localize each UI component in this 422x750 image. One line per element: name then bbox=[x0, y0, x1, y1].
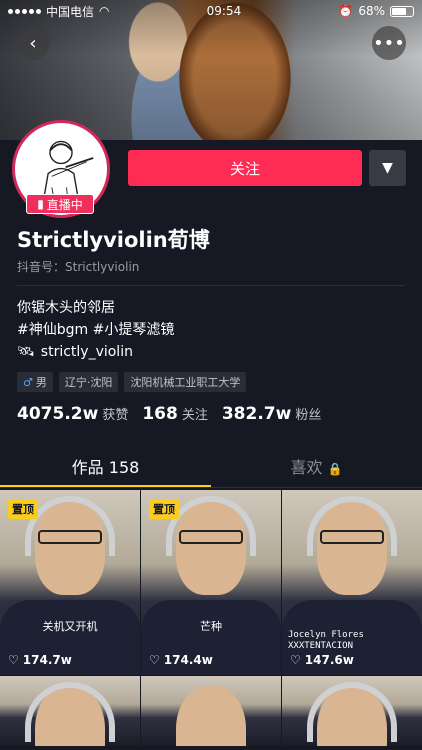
video-caption: 芒种 bbox=[200, 620, 222, 633]
back-button[interactable]: ‹ bbox=[16, 26, 50, 60]
recommend-dropdown-button[interactable]: ▼ bbox=[369, 150, 406, 186]
wifi-icon: ◠ bbox=[99, 4, 110, 18]
live-badge-label: 直播中 bbox=[46, 197, 83, 212]
pinned-badge: 置顶 bbox=[8, 499, 38, 519]
video-thumbnail[interactable]: Jocelyn Flores XXXTENTACION ♡ 147.6w bbox=[282, 490, 422, 675]
profile-tags: ♂ 男 辽宁·沈阳 沈阳机械工业职工大学 bbox=[17, 372, 247, 392]
gender-tag-label: 男 bbox=[35, 376, 47, 389]
carrier-label: 中国电信 bbox=[46, 4, 95, 19]
heart-icon: ♡ bbox=[290, 653, 301, 667]
stat-following-value: 168 bbox=[142, 404, 178, 424]
video-caption: 关机又开机 bbox=[42, 620, 98, 633]
status-time: 09:54 bbox=[206, 4, 242, 18]
stat-following[interactable]: 168 关注 bbox=[142, 404, 208, 424]
stat-likes-value: 4075.2w bbox=[17, 404, 99, 424]
headphones bbox=[166, 496, 256, 556]
stat-likes-label: 获赞 bbox=[102, 408, 129, 423]
video-likes: ♡ 174.7w bbox=[8, 653, 72, 667]
tab-works[interactable]: 作品 158 bbox=[0, 450, 211, 487]
video-likes-count: 174.4w bbox=[163, 653, 213, 667]
heart-icon: ♡ bbox=[149, 653, 160, 667]
stat-following-label: 关注 bbox=[181, 408, 208, 423]
chevron-down-icon: ▼ bbox=[382, 160, 393, 176]
headphones bbox=[307, 496, 397, 556]
video-thumbnail[interactable]: 置顶 芒种 ♡ 174.4w bbox=[141, 490, 281, 675]
profile-tabs: 作品 158 喜欢 🔒 bbox=[0, 450, 422, 488]
battery-percent: 68% bbox=[358, 4, 385, 18]
video-likes-count: 174.7w bbox=[22, 653, 72, 667]
live-bars-icon: ▮ bbox=[37, 197, 44, 211]
location-tag-label: 辽宁·沈阳 bbox=[64, 376, 113, 389]
video-thumbnail[interactable] bbox=[282, 676, 422, 746]
video-likes: ♡ 174.4w bbox=[149, 653, 213, 667]
more-options-button[interactable]: ••• bbox=[372, 26, 406, 60]
alarm-icon: ⏰ bbox=[338, 4, 354, 18]
headphones bbox=[307, 682, 397, 742]
stat-followers[interactable]: 382.7w 粉丝 bbox=[222, 404, 322, 424]
video-likes-count: 147.6w bbox=[304, 653, 354, 667]
location-tag: 辽宁·沈阳 bbox=[58, 372, 119, 392]
profile-stats: 4075.2w 获赞 168 关注 382.7w 粉丝 bbox=[17, 404, 321, 424]
tab-works-label: 作品 158 bbox=[71, 458, 140, 477]
school-tag-label: 沈阳机械工业职工大学 bbox=[130, 376, 241, 389]
follow-button[interactable]: 关注 bbox=[128, 150, 362, 186]
video-thumbnail[interactable] bbox=[0, 676, 140, 746]
video-grid: 置顶 关机又开机 ♡ 174.7w 置顶 芒种 ♡ 174.4w Jocelyn F… bbox=[0, 490, 422, 746]
video-likes: ♡ 147.6w bbox=[290, 653, 354, 667]
video-thumbnail[interactable] bbox=[141, 676, 281, 746]
gender-tag: ♂ 男 bbox=[17, 372, 53, 392]
follow-button-label: 关注 bbox=[229, 159, 260, 178]
profile-bio: 你锯木头的邻居 #神仙bgm #小提琴滤镜 🛰 strictly_violin bbox=[17, 297, 174, 363]
bio-line: 你锯木头的邻居 bbox=[17, 300, 115, 316]
person-icon: ♂ bbox=[23, 375, 33, 389]
external-link-text: strictly_violin bbox=[40, 344, 133, 360]
chevron-left-icon: ‹ bbox=[29, 32, 37, 54]
headphones bbox=[25, 682, 115, 742]
satellite-icon: 🛰 bbox=[17, 344, 35, 360]
bio-hashtags[interactable]: #神仙bgm #小提琴滤镜 bbox=[17, 319, 174, 341]
tab-likes[interactable]: 喜欢 🔒 bbox=[211, 450, 422, 487]
live-badge[interactable]: ▮ 直播中 bbox=[26, 194, 94, 214]
profile-name: Strictlyviolin荀博 bbox=[17, 228, 210, 252]
external-link[interactable]: 🛰 strictly_violin bbox=[17, 341, 174, 363]
heart-icon: ♡ bbox=[8, 653, 19, 667]
stat-followers-value: 382.7w bbox=[221, 404, 292, 424]
battery-icon bbox=[390, 5, 414, 17]
video-thumbnail[interactable]: 置顶 关机又开机 ♡ 174.7w bbox=[0, 490, 140, 675]
school-tag: 沈阳机械工业职工大学 bbox=[124, 372, 247, 392]
lock-icon: 🔒 bbox=[327, 462, 343, 476]
tab-likes-label: 喜欢 bbox=[290, 458, 323, 477]
video-caption: Jocelyn Flores XXXTENTACION bbox=[288, 630, 364, 651]
headphones bbox=[25, 496, 115, 556]
stat-followers-label: 粉丝 bbox=[295, 408, 322, 423]
ellipsis-icon: ••• bbox=[373, 32, 405, 54]
stat-likes: 4075.2w 获赞 bbox=[17, 404, 128, 424]
divider bbox=[17, 285, 405, 286]
pinned-badge: 置顶 bbox=[149, 499, 179, 519]
signal-icon bbox=[8, 8, 41, 14]
status-bar: 中国电信 ◠ 09:54 ⏰ 68% bbox=[0, 0, 422, 22]
douyin-id: 抖音号：Strictlyviolin bbox=[17, 260, 140, 274]
